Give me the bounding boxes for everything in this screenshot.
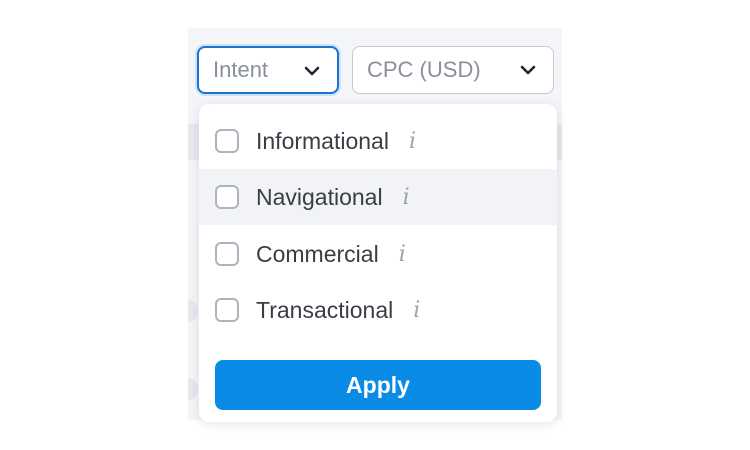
intent-option-transactional[interactable]: Transactional i	[199, 282, 557, 338]
chevron-down-icon	[304, 66, 320, 76]
background-table-fragment	[188, 124, 199, 160]
navigational-checkbox[interactable]	[215, 185, 239, 209]
info-icon[interactable]: i	[403, 185, 410, 210]
intent-filter-label: Intent	[213, 57, 269, 82]
commercial-checkbox[interactable]	[215, 242, 239, 266]
intent-option-commercial[interactable]: Commercial i	[199, 226, 557, 282]
transactional-checkbox[interactable]	[215, 298, 239, 322]
option-label: Informational	[256, 127, 389, 154]
intent-option-informational[interactable]: Informational i	[199, 113, 557, 169]
info-icon[interactable]: i	[409, 129, 416, 154]
info-icon[interactable]: i	[399, 242, 406, 267]
option-label: Commercial	[256, 240, 379, 267]
informational-checkbox[interactable]	[215, 129, 239, 153]
option-label: Transactional	[256, 296, 394, 323]
info-icon[interactable]: i	[413, 298, 420, 323]
background-table-fragment	[557, 124, 562, 160]
cpc-filter-label: CPC (USD)	[367, 57, 481, 82]
screenshot-stage: Intent CPC (USD) Informational i Navigat…	[0, 0, 750, 450]
intent-option-navigational[interactable]: Navigational i	[199, 169, 557, 225]
intent-dropdown-menu: Informational i Navigational i Commercia…	[199, 104, 557, 422]
option-label: Navigational	[256, 183, 383, 210]
intent-filter-button[interactable]: Intent	[197, 46, 339, 94]
apply-button[interactable]: Apply	[215, 360, 541, 410]
chevron-down-icon	[520, 65, 536, 75]
cpc-filter-button[interactable]: CPC (USD)	[352, 46, 554, 94]
